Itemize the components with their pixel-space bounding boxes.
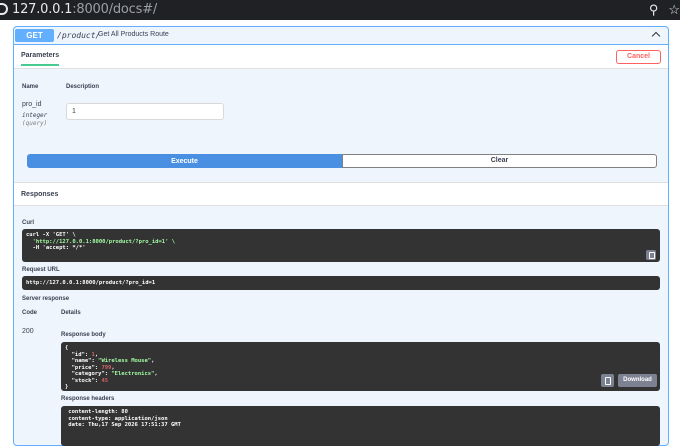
site-info-icon[interactable] [0, 3, 8, 15]
method-badge: GET [15, 29, 54, 42]
column-header-details: Details [61, 310, 81, 316]
operation-path: /product/ [57, 31, 101, 40]
header-line: content-type: application/json [65, 415, 168, 422]
column-header-code: Code [22, 310, 37, 316]
cancel-button[interactable]: Cancel [616, 50, 661, 64]
body-category-value: Electronics [114, 371, 152, 377]
url-text[interactable]: 127.0.0.1:8000/docs#/ [0, 2, 157, 17]
header-line: date: Thu,17 Sep 2026 17:51:37 GMT [65, 422, 181, 428]
body-id-value: 1 [91, 351, 95, 358]
bookmark-star-icon[interactable]: ☆ [668, 2, 680, 18]
response-body-label: Response body [61, 332, 106, 338]
copy-icon[interactable] [646, 250, 656, 260]
param-type: integer [22, 112, 48, 119]
curl-code-block[interactable]: curl -X 'GET' \ 'http://127.0.0.1:8000/p… [22, 229, 660, 262]
browser-address-bar[interactable]: 127.0.0.1:8000/docs#/ ⚲ ☆ [0, 0, 680, 20]
curl-line: -H 'accept: */*' [26, 245, 86, 251]
header-line: content-length: 80 [65, 409, 128, 415]
curl-line: curl -X 'GET' \ [26, 232, 76, 238]
zoom-icon[interactable]: ⚲ [649, 2, 659, 18]
body-price-value: 799 [101, 364, 112, 371]
operation-block: GET /product/ Get All Products Route Par… [13, 26, 669, 446]
execute-button[interactable]: Execute [27, 154, 342, 168]
request-url-label: Request URL [22, 267, 60, 273]
responses-title: Responses [21, 191, 59, 198]
url-path: :8000/docs#/ [72, 2, 158, 17]
body-name-value: Wireless Mouse [101, 358, 148, 364]
operation-summary[interactable]: GET /product/ Get All Products Route [14, 27, 668, 45]
responses-header: Responses [14, 182, 668, 206]
column-header-name: Name [22, 84, 39, 90]
column-header-description: Description [66, 84, 100, 90]
parameters-header: Parameters Cancel [14, 45, 668, 69]
curl-label: Curl [22, 220, 34, 226]
clear-button[interactable]: Clear [342, 154, 657, 168]
param-location: (query) [22, 120, 48, 127]
response-headers-block[interactable]: content-length: 80 content-type: applica… [61, 406, 660, 446]
curl-line: 'http://127.0.0.1:8000/product/?pro_id=1… [26, 238, 176, 245]
server-response-label: Server response [22, 296, 70, 302]
url-host: 127.0.0.1 [12, 2, 73, 17]
response-status-code: 200 [22, 328, 34, 335]
body-stock-value: 45 [101, 377, 109, 384]
response-body-block[interactable]: { "id": 1, "name": "Wireless Mouse", "pr… [61, 342, 660, 391]
request-url-block[interactable]: http://127.0.0.1:8000/product/?pro_id=1 [22, 276, 660, 290]
download-button[interactable]: Download [618, 374, 657, 387]
chevron-up-icon[interactable] [650, 28, 662, 40]
operation-description: Get All Products Route [98, 31, 169, 38]
pro-id-input[interactable]: 1 [66, 103, 224, 120]
response-headers-label: Response headers [61, 396, 115, 402]
param-name: pro_id [22, 101, 42, 108]
copy-body-icon[interactable] [601, 374, 614, 387]
tab-parameters[interactable]: Parameters [21, 52, 60, 66]
